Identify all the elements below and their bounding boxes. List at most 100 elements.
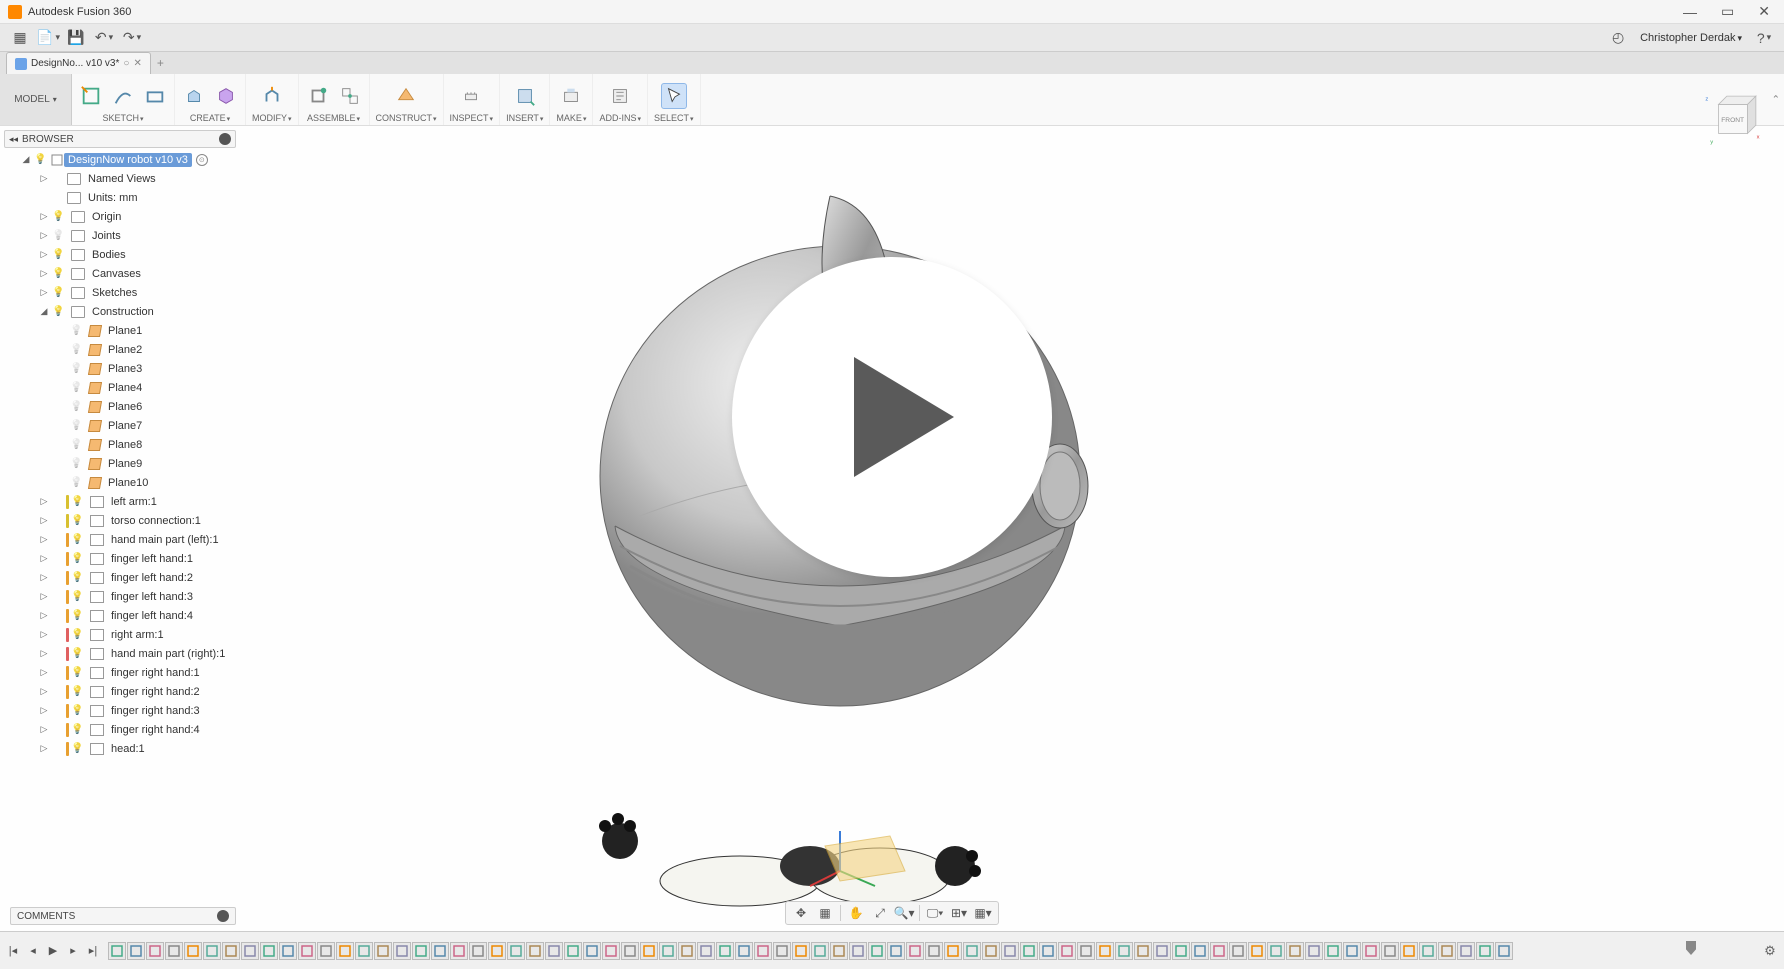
visibility-toggle[interactable] — [70, 419, 84, 433]
addins-menu[interactable]: ADD-INS▾ — [599, 113, 641, 123]
expand-arrow[interactable]: ▷ — [38, 211, 50, 222]
visibility-toggle[interactable] — [34, 153, 48, 167]
orbit-button[interactable]: ✥ — [790, 903, 812, 923]
expand-arrow[interactable]: ▷ — [38, 173, 50, 184]
visibility-toggle[interactable] — [52, 267, 66, 281]
visibility-toggle[interactable] — [70, 476, 84, 490]
visibility-toggle[interactable] — [71, 514, 85, 528]
tree-item[interactable]: ▷finger right hand:2 — [4, 682, 264, 701]
expand-arrow[interactable]: ▷ — [38, 591, 50, 602]
tree-item[interactable]: Plane7 — [4, 416, 264, 435]
visibility-toggle[interactable] — [70, 324, 84, 338]
visibility-toggle[interactable] — [71, 552, 85, 566]
expand-arrow[interactable]: ▷ — [38, 743, 50, 754]
tree-item[interactable]: ▷finger left hand:1 — [4, 549, 264, 568]
visibility-toggle[interactable] — [52, 229, 66, 243]
print-3d-button[interactable] — [558, 83, 584, 109]
display-settings-button[interactable]: 🖵▾ — [924, 903, 946, 923]
modify-menu[interactable]: MODIFY▾ — [252, 113, 292, 123]
expand-arrow[interactable]: ▷ — [38, 268, 50, 279]
tree-item[interactable]: Plane1 — [4, 321, 264, 340]
comments-pin-button[interactable] — [217, 910, 229, 922]
tree-item[interactable]: ▷torso connection:1 — [4, 511, 264, 530]
visibility-toggle[interactable] — [70, 381, 84, 395]
workspace-dropdown[interactable]: MODEL▾ — [0, 74, 72, 125]
visibility-toggle[interactable] — [71, 704, 85, 718]
tree-item[interactable]: ▷Origin — [4, 207, 264, 226]
expand-arrow[interactable]: ▷ — [38, 553, 50, 564]
expand-arrow[interactable]: ▷ — [38, 667, 50, 678]
visibility-toggle[interactable] — [70, 438, 84, 452]
create-menu[interactable]: CREATE▾ — [190, 113, 230, 123]
construct-plane-button[interactable] — [393, 83, 419, 109]
visibility-toggle[interactable] — [52, 210, 66, 224]
visibility-toggle[interactable] — [71, 685, 85, 699]
viewport-layout-button[interactable]: ▦▾ — [972, 903, 994, 923]
browser-collapse-button[interactable]: ◂◂ — [9, 134, 18, 145]
fit-button[interactable]: 🔍▾ — [893, 903, 915, 923]
tree-item[interactable]: Plane9 — [4, 454, 264, 473]
tree-item[interactable]: ▷hand main part (right):1 — [4, 644, 264, 663]
pan-button[interactable]: ✋ — [845, 903, 867, 923]
expand-arrow[interactable]: ▷ — [38, 230, 50, 241]
view-cube[interactable]: FRONT z x y — [1702, 92, 1760, 150]
job-status-button[interactable]: ◴ — [1604, 26, 1632, 50]
create-sketch-button[interactable] — [78, 83, 104, 109]
close-button[interactable]: ✕ — [1752, 3, 1776, 20]
expand-arrow[interactable]: ▷ — [38, 534, 50, 545]
expand-arrow[interactable]: ▷ — [38, 249, 50, 260]
timeline-play-button[interactable]: ▶ — [44, 942, 62, 960]
tree-item[interactable]: Plane4 — [4, 378, 264, 397]
sketch-menu[interactable]: SKETCH▾ — [102, 113, 143, 123]
tree-item[interactable]: Plane2 — [4, 340, 264, 359]
tree-item[interactable]: ▷head:1 — [4, 739, 264, 758]
assemble-menu[interactable]: ASSEMBLE▾ — [307, 113, 360, 123]
tree-item[interactable]: ▷Bodies — [4, 245, 264, 264]
tree-item[interactable]: Plane8 — [4, 435, 264, 454]
scripts-button[interactable] — [607, 83, 633, 109]
expand-arrow[interactable]: ◢ — [38, 306, 50, 317]
measure-button[interactable] — [458, 83, 484, 109]
make-menu[interactable]: MAKE▾ — [556, 113, 586, 123]
joint-button[interactable] — [337, 83, 363, 109]
visibility-toggle[interactable] — [70, 400, 84, 414]
visibility-toggle[interactable] — [71, 628, 85, 642]
comments-panel-header[interactable]: COMMENTS — [10, 907, 236, 925]
grid-settings-button[interactable]: ⊞▾ — [948, 903, 970, 923]
tree-root[interactable]: ◢ DesignNow robot v10 v3 ⊙ — [4, 150, 264, 169]
tree-item[interactable]: ▷Sketches — [4, 283, 264, 302]
zoom-button[interactable]: ⤢ — [869, 903, 891, 923]
visibility-toggle[interactable] — [71, 666, 85, 680]
visibility-toggle[interactable] — [52, 248, 66, 262]
visibility-toggle[interactable] — [71, 571, 85, 585]
visibility-toggle[interactable] — [71, 723, 85, 737]
visibility-toggle[interactable] — [70, 457, 84, 471]
box-button[interactable] — [213, 83, 239, 109]
line-button[interactable] — [110, 83, 136, 109]
undo-button[interactable]: ↶▾ — [90, 26, 118, 50]
visibility-toggle[interactable] — [71, 590, 85, 604]
tree-item[interactable]: ▷finger left hand:3 — [4, 587, 264, 606]
help-button[interactable]: ?▾ — [1750, 26, 1778, 50]
expand-arrow[interactable]: ▷ — [38, 648, 50, 659]
select-menu[interactable]: SELECT▾ — [654, 113, 694, 123]
file-menu-button[interactable]: 📄▾ — [34, 26, 62, 50]
tree-item[interactable]: ▷Named Views — [4, 169, 264, 188]
expand-arrow[interactable]: ▷ — [38, 610, 50, 621]
expand-arrow[interactable]: ▷ — [38, 629, 50, 640]
tree-item[interactable]: ▷finger right hand:4 — [4, 720, 264, 739]
insert-derive-button[interactable] — [512, 83, 538, 109]
save-button[interactable]: 💾 — [62, 26, 90, 50]
look-at-button[interactable]: ▦ — [814, 903, 836, 923]
press-pull-button[interactable] — [259, 83, 285, 109]
visibility-toggle[interactable] — [71, 533, 85, 547]
expand-arrow[interactable]: ▷ — [38, 496, 50, 507]
expand-arrow[interactable]: ▷ — [38, 515, 50, 526]
select-button[interactable] — [661, 83, 687, 109]
tree-item[interactable]: Plane6 — [4, 397, 264, 416]
visibility-toggle[interactable] — [70, 343, 84, 357]
browser-pin-button[interactable] — [219, 133, 231, 145]
visibility-toggle[interactable] — [70, 362, 84, 376]
visibility-toggle[interactable] — [71, 742, 85, 756]
maximize-button[interactable]: ▭ — [1715, 3, 1740, 20]
